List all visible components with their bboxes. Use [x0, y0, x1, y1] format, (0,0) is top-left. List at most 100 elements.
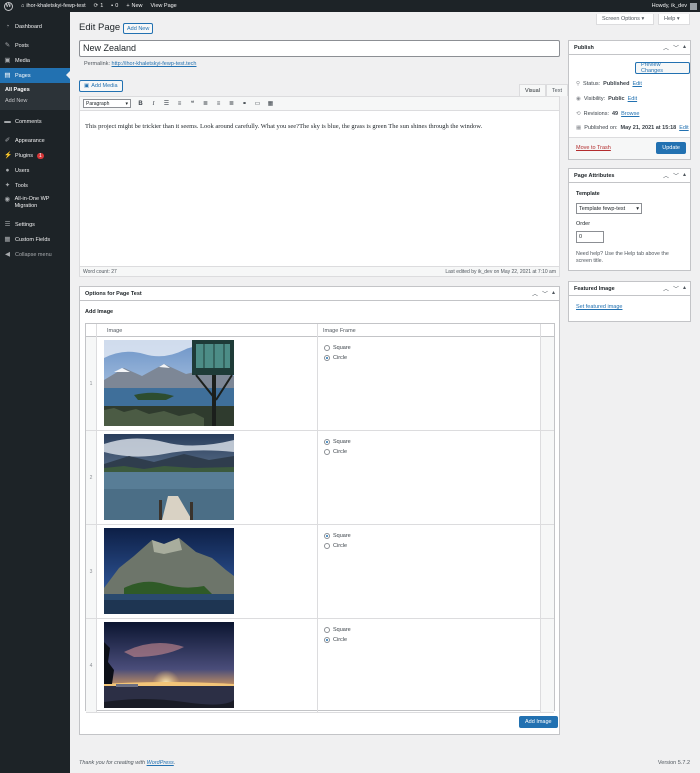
row-handle[interactable]: 2: [86, 431, 97, 524]
toggle-panel-icon[interactable]: ▴: [683, 284, 686, 293]
sidebar-collapse[interactable]: ◀ Collapse menu: [0, 247, 70, 262]
queenstown-lake-image[interactable]: [104, 340, 234, 426]
comments-count: 0: [115, 3, 119, 9]
footer-thanks-text: Thank you for creating with: [79, 760, 146, 766]
radio-circle[interactable]: Circle: [324, 635, 540, 645]
browse-revisions-link[interactable]: Browse: [621, 111, 639, 117]
chevron-up-icon[interactable]: ︿: [663, 171, 669, 180]
howdy-user[interactable]: Howdy, ik_dev: [652, 3, 687, 9]
radio-dot: [324, 355, 330, 361]
comments-link[interactable]: ▪ 0: [107, 0, 122, 12]
row-handle[interactable]: 4: [86, 619, 97, 712]
italic-icon[interactable]: I: [150, 101, 157, 107]
preview-changes-button[interactable]: Preview Changes: [635, 62, 690, 74]
radio-circle[interactable]: Circle: [324, 541, 540, 551]
tab-text[interactable]: Text: [545, 84, 568, 96]
sidebar-item-posts[interactable]: ✎ Posts: [0, 38, 70, 53]
post-title-input[interactable]: New Zealand: [79, 40, 560, 57]
sidebar-item-dashboard[interactable]: ◔ Dashboard: [0, 19, 70, 34]
submenu-all-pages[interactable]: All Pages: [0, 85, 70, 96]
sidebar-item-pages[interactable]: ▤ Pages: [0, 68, 70, 83]
row-handle[interactable]: 3: [86, 525, 97, 618]
edit-visibility-link[interactable]: Edit: [628, 96, 637, 102]
radio-square[interactable]: Square: [324, 531, 540, 541]
updates-link[interactable]: ⟳ 1: [90, 0, 108, 12]
align-left-icon[interactable]: ≣: [202, 100, 209, 107]
new-content-link[interactable]: + New: [122, 0, 146, 12]
move-to-trash-link[interactable]: Move to Trash: [576, 145, 611, 151]
edit-status-link[interactable]: Edit: [632, 81, 641, 87]
radio-circle[interactable]: Circle: [324, 353, 540, 363]
numbered-list-icon[interactable]: ≡: [176, 101, 183, 107]
edit-date-link[interactable]: Edit: [679, 125, 688, 131]
read-more-icon[interactable]: ▭: [254, 100, 261, 107]
row-actions[interactable]: [541, 431, 554, 524]
chevron-down-icon[interactable]: ﹀: [673, 284, 679, 293]
editor-content[interactable]: This project might be trickier than it s…: [80, 111, 559, 142]
sidebar-item-label: Custom Fields: [15, 236, 51, 243]
lake-jetty-image[interactable]: [104, 434, 234, 520]
publish-date: ▦ Published on: May 21, 2021 at 15:18 Edit: [576, 125, 689, 131]
radio-dot: [324, 637, 330, 643]
sidebar-item-media[interactable]: ▣ Media: [0, 53, 70, 68]
chevron-up-icon[interactable]: ︿: [663, 43, 669, 52]
sidebar-item-custom-fields[interactable]: ▦ Custom Fields: [0, 232, 70, 247]
chevron-down-icon[interactable]: ﹀: [673, 43, 679, 52]
toggle-panel-icon[interactable]: ▴: [683, 171, 686, 180]
sidebar-item-users[interactable]: ● Users: [0, 163, 70, 178]
avatar[interactable]: [690, 2, 697, 10]
chevron-up-icon[interactable]: ︿: [532, 289, 538, 298]
format-select[interactable]: Paragraph ▾: [83, 99, 131, 108]
eye-icon: ◉: [576, 96, 581, 102]
sidebar-item-migration[interactable]: ◉ All-in-One WP Migration: [0, 193, 70, 217]
row-handle[interactable]: 1: [86, 337, 97, 430]
site-name-link[interactable]: ⌂ ihor-khaletskyi-fewp-test: [17, 0, 90, 12]
bold-icon[interactable]: B: [137, 101, 144, 107]
row-actions[interactable]: [541, 525, 554, 618]
blockquote-icon[interactable]: ❝: [189, 100, 196, 107]
link-icon[interactable]: ⚭: [241, 100, 248, 107]
site-name: ihor-khaletskyi-fewp-test: [26, 3, 86, 9]
sidebar-item-settings[interactable]: ☰ Settings: [0, 217, 70, 232]
radio-square[interactable]: Square: [324, 343, 540, 353]
sidebar-item-appearance[interactable]: ✐ Appearance: [0, 133, 70, 148]
update-button[interactable]: Update: [656, 142, 686, 154]
sidebar-item-comments[interactable]: ▬ Comments: [0, 114, 70, 129]
view-page-link[interactable]: View Page: [147, 0, 181, 12]
permalink-link[interactable]: http://ihor-khaletskyi-fewp-test.tech: [112, 61, 197, 67]
chevron-up-icon[interactable]: ︿: [663, 284, 669, 293]
radio-square[interactable]: Square: [324, 625, 540, 635]
add-image-button[interactable]: Add Image: [519, 716, 558, 728]
sunset-coast-image[interactable]: [104, 622, 234, 708]
image-repeater-table: Image Image Frame 1 Square Circle 2 Squa…: [85, 323, 555, 713]
align-center-icon[interactable]: ≡: [215, 101, 222, 107]
align-right-icon[interactable]: ≣: [228, 100, 235, 107]
caret-down-icon: ▾: [125, 100, 128, 107]
add-media-button[interactable]: ▣ Add Media: [79, 80, 123, 92]
add-new-button[interactable]: Add New: [123, 23, 154, 34]
toggle-panel-icon[interactable]: ▴: [683, 43, 686, 52]
toggle-panel-icon[interactable]: ▴: [552, 289, 555, 298]
mountain-lake-image[interactable]: [104, 528, 234, 614]
screen-options-toggle[interactable]: Screen Options ▾: [596, 14, 654, 25]
wordpress-link[interactable]: WordPress: [147, 760, 174, 766]
wp-logo-menu[interactable]: W: [0, 0, 17, 12]
tab-visual[interactable]: Visual: [519, 84, 546, 96]
add-media-label: Add Media: [91, 83, 118, 89]
toolbar-toggle-icon[interactable]: ▦: [267, 100, 274, 107]
sidebar-item-tools[interactable]: ✦ Tools: [0, 178, 70, 193]
order-input[interactable]: 0: [576, 231, 604, 243]
template-select[interactable]: Template fewp-test ▾: [576, 203, 642, 214]
bullet-list-icon[interactable]: ☰: [163, 100, 170, 107]
set-featured-image-link[interactable]: Set featured image: [576, 304, 622, 310]
radio-square[interactable]: Square: [324, 437, 540, 447]
help-toggle[interactable]: Help ▾: [658, 14, 690, 25]
row-actions[interactable]: [541, 619, 554, 712]
publish-header: Publish ︿ ﹀ ▴: [569, 41, 690, 55]
chevron-down-icon[interactable]: ﹀: [542, 289, 548, 298]
sidebar-item-plugins[interactable]: ⚡ Plugins 1: [0, 148, 70, 163]
chevron-down-icon[interactable]: ﹀: [673, 171, 679, 180]
row-actions[interactable]: [541, 337, 554, 430]
radio-circle[interactable]: Circle: [324, 447, 540, 457]
submenu-add-new[interactable]: Add New: [0, 96, 70, 107]
